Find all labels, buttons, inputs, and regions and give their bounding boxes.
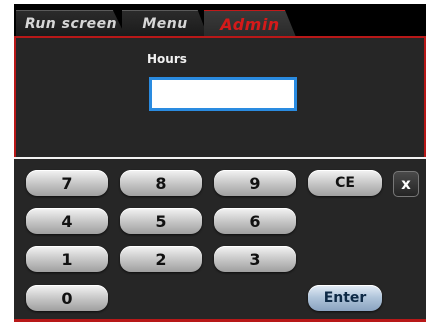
tab-run-screen[interactable]: Run screen — [16, 10, 126, 37]
bottom-border — [14, 319, 426, 322]
key-6[interactable]: 6 — [214, 208, 296, 234]
key-4[interactable]: 4 — [26, 208, 108, 234]
key-2[interactable]: 2 — [120, 246, 202, 272]
device-screen: Run screen Menu Admin Hours 7 8 9 CE x 4… — [14, 4, 426, 322]
key-3[interactable]: 3 — [214, 246, 296, 272]
tab-bar: Run screen Menu Admin — [14, 4, 426, 38]
numeric-keypad: 7 8 9 CE x 4 5 6 1 2 3 0 Enter — [14, 157, 426, 322]
key-8[interactable]: 8 — [120, 170, 202, 196]
key-1[interactable]: 1 — [26, 246, 108, 272]
clear-entry-button[interactable]: CE — [308, 170, 382, 196]
key-5[interactable]: 5 — [120, 208, 202, 234]
close-icon: x — [401, 175, 411, 193]
hours-label: Hours — [147, 52, 187, 66]
tab-admin[interactable]: Admin — [204, 10, 296, 37]
enter-button[interactable]: Enter — [308, 285, 382, 311]
key-0[interactable]: 0 — [26, 285, 108, 311]
key-7[interactable]: 7 — [26, 170, 108, 196]
close-keypad-button[interactable]: x — [393, 171, 419, 197]
hours-input[interactable] — [149, 77, 297, 111]
key-9[interactable]: 9 — [214, 170, 296, 196]
tab-menu[interactable]: Menu — [122, 10, 208, 37]
